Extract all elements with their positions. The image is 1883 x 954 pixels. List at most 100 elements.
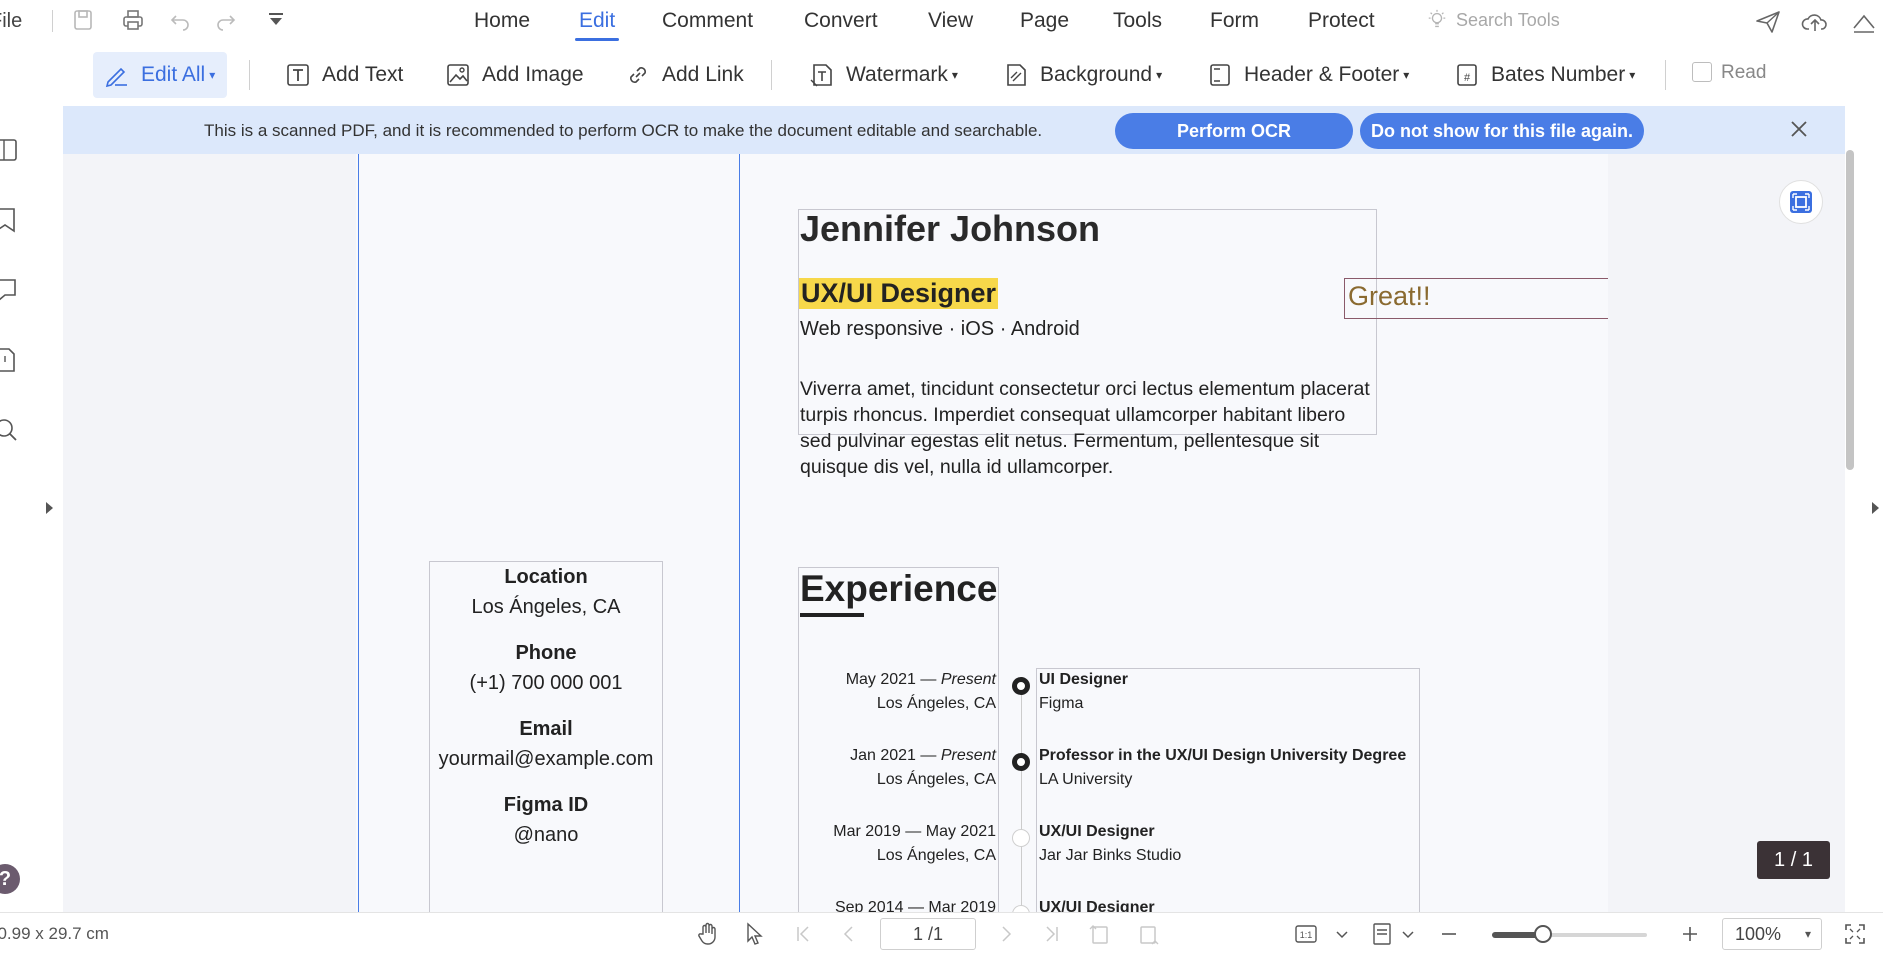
background-icon — [1007, 64, 1026, 86]
bates-number-button[interactable]: # Bates Number ▾ — [1443, 52, 1645, 98]
experience-role: Professor in the UX/UI Design University… — [1039, 747, 1407, 764]
zoom-in-icon[interactable] — [1677, 921, 1703, 947]
read-checkbox[interactable] — [1692, 62, 1712, 82]
experience-underline — [800, 613, 864, 617]
tab-form[interactable]: Form — [1210, 9, 1259, 41]
attachment-icon[interactable] — [0, 346, 22, 374]
add-image-label: Add Image — [482, 63, 584, 86]
previous-page-icon[interactable] — [836, 921, 862, 947]
first-page-icon[interactable] — [790, 921, 816, 947]
search-tools[interactable]: Search Tools — [1426, 9, 1560, 31]
thumbnails-icon[interactable] — [0, 136, 22, 164]
tab-edit[interactable]: Edit — [574, 9, 620, 41]
collapse-ribbon-icon[interactable] — [1850, 8, 1878, 36]
background-button[interactable]: Background ▾ — [992, 52, 1172, 98]
add-text-button[interactable]: Add Text — [274, 52, 413, 98]
fullscreen-icon[interactable] — [1842, 921, 1868, 947]
page-number-badge: 1 / 1 — [1757, 841, 1830, 879]
timeline-dot — [1012, 829, 1030, 847]
experience-details-box[interactable] — [1036, 668, 1420, 912]
left-sidebar — [0, 106, 40, 912]
svg-text:1:1: 1:1 — [1300, 930, 1313, 940]
tab-home[interactable]: Home — [474, 9, 530, 41]
tab-convert[interactable]: Convert — [804, 9, 878, 41]
phone-value: (+1) 700 000 001 — [469, 672, 623, 694]
experience-dates: Mar 2019 — May 2021 — [796, 823, 996, 841]
experience-to: May 2021 — [925, 823, 996, 840]
page-size: 20.99 x 29.7 cm — [0, 924, 109, 943]
date-dash: — — [905, 823, 922, 840]
read-label: Read — [1721, 62, 1767, 83]
timeline-line — [1021, 686, 1022, 912]
tab-tools[interactable]: Tools — [1113, 9, 1162, 41]
actual-size-icon[interactable]: 1:1 — [1293, 921, 1319, 947]
add-link-button[interactable]: Add Link — [614, 52, 754, 98]
zoom-slider-thumb[interactable] — [1534, 925, 1552, 943]
redo-icon[interactable] — [213, 8, 239, 34]
link-icon — [630, 67, 646, 83]
tab-comment[interactable]: Comment — [662, 9, 753, 41]
document-viewer: This is a scanned PDF, and it is recomme… — [63, 106, 1845, 912]
phone-label: Phone — [515, 642, 577, 664]
email-label: Email — [519, 718, 573, 740]
experience-org: LA University — [1039, 771, 1133, 788]
rotate-right-icon[interactable] — [1135, 921, 1161, 947]
chevron-down-icon[interactable] — [1334, 921, 1350, 947]
zoom-out-icon[interactable] — [1436, 921, 1462, 947]
print-icon[interactable] — [120, 8, 146, 34]
search-icon[interactable] — [0, 416, 22, 444]
close-icon[interactable] — [1789, 118, 1809, 146]
ocr-message: This is a scanned PDF, and it is recomme… — [204, 121, 1043, 140]
comment-icon[interactable] — [0, 276, 22, 304]
experience-dates: Sep 2014 — Mar 2019 — [796, 899, 996, 912]
experience-dates: Jan 2021 — Present — [796, 747, 996, 765]
perform-ocr-button[interactable]: Perform OCR — [1115, 113, 1353, 149]
send-icon[interactable] — [1754, 8, 1782, 36]
select-tool-icon[interactable] — [742, 921, 768, 947]
date-dash: — — [920, 671, 937, 688]
chevron-down-icon: ▾ — [1804, 927, 1811, 941]
hand-tool-icon[interactable] — [695, 921, 721, 947]
save-icon[interactable] — [70, 8, 96, 34]
page-layout-icon[interactable] — [1369, 921, 1395, 947]
edit-all-button[interactable]: Edit All ▾ — [93, 52, 227, 98]
experience-to: Present — [940, 671, 996, 688]
chevron-down-icon: ▾ — [951, 68, 958, 82]
dont-show-again-button[interactable]: Do not show for this file again. — [1360, 113, 1644, 149]
quick-access-dropdown-icon[interactable] — [263, 8, 289, 34]
candidate-summary: Viverra amet, tincidunt consectetur orci… — [800, 378, 1370, 478]
fit-page-button[interactable] — [1779, 180, 1823, 224]
tab-view[interactable]: View — [928, 9, 973, 41]
watermark-button[interactable]: Watermark ▾ — [798, 52, 968, 98]
cloud-upload-icon[interactable] — [1801, 8, 1829, 36]
location-value: Los Ángeles, CA — [471, 596, 621, 618]
background-label: Background — [1040, 63, 1153, 86]
divider — [249, 60, 250, 90]
bates-number-icon: # — [1457, 64, 1477, 86]
tab-page[interactable]: Page — [1020, 9, 1069, 41]
pen-edit-icon — [105, 67, 127, 88]
header-footer-button[interactable]: Header & Footer ▾ — [1196, 52, 1419, 98]
undo-icon[interactable] — [167, 8, 193, 34]
page-number-input[interactable]: 1 /1 — [880, 918, 976, 950]
watermark-label: Watermark — [846, 63, 948, 86]
add-link-label: Add Link — [662, 63, 744, 86]
bookmark-icon[interactable] — [0, 206, 22, 234]
chevron-down-icon[interactable] — [1400, 921, 1416, 947]
pdf-page: Jennifer Johnson UX/UI Designer Web resp… — [356, 154, 1608, 912]
vertical-scrollbar[interactable] — [1846, 150, 1854, 470]
tab-protect[interactable]: Protect — [1308, 9, 1375, 41]
experience-location: Los Ángeles, CA — [876, 771, 996, 788]
experience-to: Present — [940, 747, 996, 764]
expand-right-panel-arrow-icon[interactable] — [1872, 502, 1879, 514]
rotate-left-icon[interactable] — [1087, 921, 1113, 947]
date-dash: — — [920, 747, 937, 764]
last-page-icon[interactable] — [1039, 921, 1065, 947]
next-page-icon[interactable] — [993, 921, 1019, 947]
menu-file[interactable]: File — [0, 10, 22, 33]
zoom-select[interactable]: 100% ▾ — [1722, 918, 1822, 950]
expand-panel-arrow-icon[interactable] — [46, 502, 53, 514]
figma-id-value: @nano — [513, 824, 579, 846]
add-image-button[interactable]: Add Image — [434, 52, 594, 98]
zoom-value: 100% — [1735, 924, 1782, 944]
